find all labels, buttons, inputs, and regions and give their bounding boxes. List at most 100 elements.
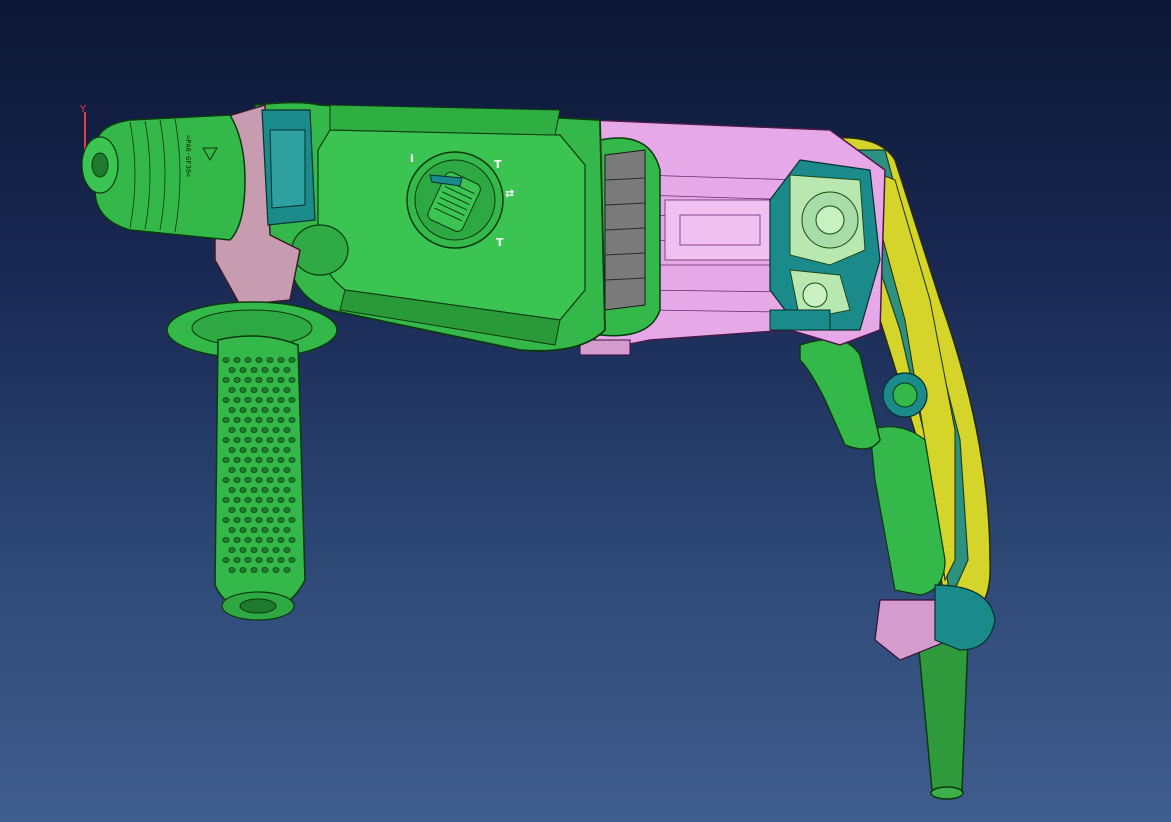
grip-dot xyxy=(228,467,236,473)
grip-dot xyxy=(272,567,280,573)
grip-dot xyxy=(239,447,247,453)
grip-dot xyxy=(244,397,252,403)
grip-dot xyxy=(272,467,280,473)
grip-dot xyxy=(255,457,263,463)
grip-dot xyxy=(266,497,274,503)
grip-dot xyxy=(239,547,247,553)
grip-dot xyxy=(255,517,263,523)
grip-dot xyxy=(233,437,241,443)
grip-dot xyxy=(228,527,236,533)
grip-dot xyxy=(272,427,280,433)
grip-dot xyxy=(283,527,291,533)
grip-dot xyxy=(255,557,263,563)
grip-dot xyxy=(277,537,285,543)
grip-dot xyxy=(244,437,252,443)
grip-dot xyxy=(228,547,236,553)
grip-dot xyxy=(233,497,241,503)
drill-model-canvas[interactable]: Y Z X xyxy=(0,0,1171,822)
grip-dot xyxy=(239,467,247,473)
grip-dot xyxy=(261,527,269,533)
sds-chuck[interactable]: >PA6-GF30< xyxy=(81,114,246,241)
grip-dot xyxy=(272,367,280,373)
grip-dot xyxy=(222,437,230,443)
grip-dot xyxy=(233,457,241,463)
grip-dot xyxy=(277,377,285,383)
grip-dot xyxy=(266,437,274,443)
grip-dot xyxy=(283,547,291,553)
grip-dot xyxy=(250,527,258,533)
grip-dot xyxy=(266,357,274,363)
grip-dot xyxy=(233,397,241,403)
3d-viewport[interactable]: Y Z X xyxy=(0,0,1171,822)
grip-dot xyxy=(250,367,258,373)
grip-dot xyxy=(255,377,263,383)
grip-dot xyxy=(255,537,263,543)
grip-dot xyxy=(239,487,247,493)
grip-dot xyxy=(266,397,274,403)
grip-dot xyxy=(255,397,263,403)
grip-dot xyxy=(228,367,236,373)
chuck-marking: >PA6-GF30< xyxy=(184,135,192,177)
grip-dot xyxy=(222,377,230,383)
grip-dot xyxy=(228,447,236,453)
grip-dot xyxy=(261,507,269,513)
mode-mark-top-left: i xyxy=(410,152,414,165)
grip-dot xyxy=(277,417,285,423)
grip-dot xyxy=(272,487,280,493)
grip-dot xyxy=(244,477,252,483)
grip-dot xyxy=(288,477,296,483)
grip-dot xyxy=(233,517,241,523)
grip-dot xyxy=(283,387,291,393)
grip-dot xyxy=(250,407,258,413)
grip-dot xyxy=(277,457,285,463)
grip-dot xyxy=(266,417,274,423)
trigger-switch[interactable] xyxy=(799,338,881,450)
grip-dot xyxy=(233,417,241,423)
grip-dot xyxy=(222,477,230,483)
grip-dot xyxy=(250,447,258,453)
auxiliary-side-handle[interactable] xyxy=(166,301,338,621)
mode-mark-top-right: T xyxy=(494,158,502,171)
grip-dot xyxy=(244,357,252,363)
grip-dot xyxy=(266,557,274,563)
grip-dot xyxy=(228,407,236,413)
grip-dot xyxy=(244,377,252,383)
grip-dot xyxy=(222,517,230,523)
fan-ring xyxy=(599,137,661,337)
grip-dot xyxy=(244,517,252,523)
grip-dot xyxy=(283,447,291,453)
grip-dot xyxy=(239,427,247,433)
grip-dot xyxy=(283,427,291,433)
grip-dot xyxy=(288,437,296,443)
grip-dot xyxy=(250,487,258,493)
grip-dot xyxy=(266,457,274,463)
grip-dot xyxy=(228,387,236,393)
grip-dot xyxy=(250,567,258,573)
grip-dot xyxy=(266,377,274,383)
grip-dot xyxy=(250,547,258,553)
grip-dot xyxy=(283,487,291,493)
grip-dot xyxy=(239,407,247,413)
grip-dot xyxy=(272,507,280,513)
grip-dot xyxy=(283,407,291,413)
grip-dot xyxy=(277,357,285,363)
grip-dot xyxy=(244,417,252,423)
grip-dot xyxy=(288,557,296,563)
grip-dot xyxy=(228,507,236,513)
grip-dot xyxy=(288,517,296,523)
grip-dot xyxy=(222,537,230,543)
grip-dot xyxy=(222,497,230,503)
grip-dot xyxy=(233,377,241,383)
grip-dot xyxy=(250,467,258,473)
grip-dot xyxy=(266,517,274,523)
grip-dot xyxy=(255,417,263,423)
grip-dot xyxy=(272,547,280,553)
grip-dot xyxy=(228,427,236,433)
grip-dot xyxy=(288,397,296,403)
grip-dot xyxy=(222,417,230,423)
grip-dot xyxy=(233,357,241,363)
grip-dot xyxy=(261,447,269,453)
grip-dot xyxy=(222,457,230,463)
grip-dot xyxy=(261,487,269,493)
grip-dot xyxy=(283,467,291,473)
